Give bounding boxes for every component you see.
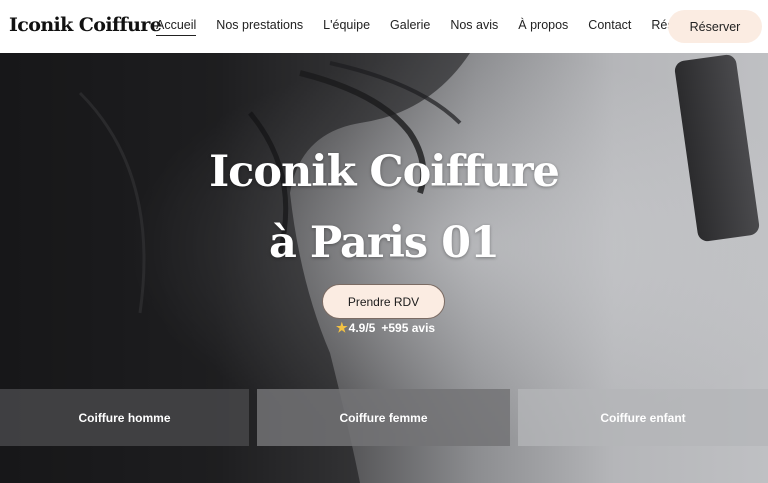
site-logo[interactable]: Iconik Coiffure	[9, 14, 162, 36]
service-card-homme[interactable]: Coiffure homme	[0, 389, 249, 446]
nav-contact[interactable]: Contact	[588, 18, 631, 36]
top-navbar: Iconik Coiffure Accueil Nos prestations …	[0, 0, 768, 53]
hero-title-line2: à Paris 01	[269, 218, 500, 268]
service-card-enfant[interactable]: Coiffure enfant	[518, 389, 768, 446]
hero-title-line1: Iconik Coiffure	[209, 147, 560, 197]
reserve-button[interactable]: Réserver	[668, 10, 762, 43]
nav-galerie[interactable]: Galerie	[390, 18, 430, 36]
rating-value: 4.9/5	[348, 321, 376, 335]
service-card-femme[interactable]: Coiffure femme	[257, 389, 510, 446]
nav-nos-avis[interactable]: Nos avis	[450, 18, 498, 36]
hero-section: Iconik Coiffure à Paris 01 Prendre RDV ★…	[0, 53, 768, 483]
nav-equipe[interactable]: L'équipe	[323, 18, 370, 36]
nav-accueil[interactable]: Accueil	[156, 18, 197, 36]
main-nav: Accueil Nos prestations L'équipe Galerie…	[156, 18, 702, 36]
nav-nos-prestations[interactable]: Nos prestations	[216, 18, 303, 36]
nav-a-propos[interactable]: À propos	[518, 18, 568, 36]
rating-summary: ★ 4.9/5 +595 avis	[336, 320, 435, 336]
book-appointment-button[interactable]: Prendre RDV	[322, 284, 445, 319]
star-icon: ★	[336, 320, 348, 335]
review-count: +595 avis	[381, 321, 436, 335]
